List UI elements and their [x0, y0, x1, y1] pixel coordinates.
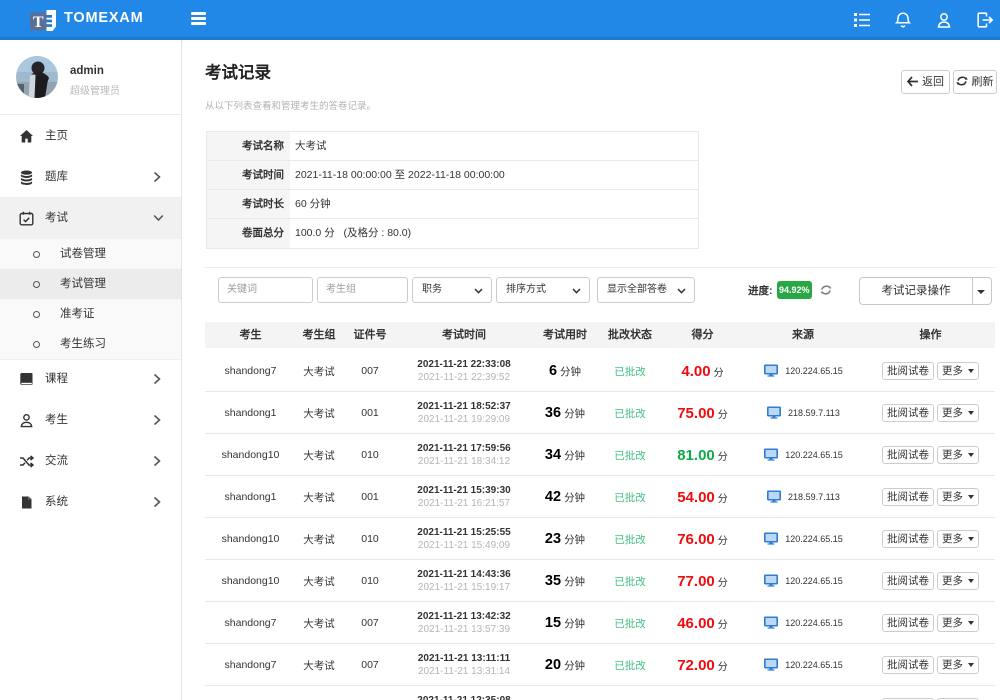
svg-text:T: T [33, 14, 44, 31]
